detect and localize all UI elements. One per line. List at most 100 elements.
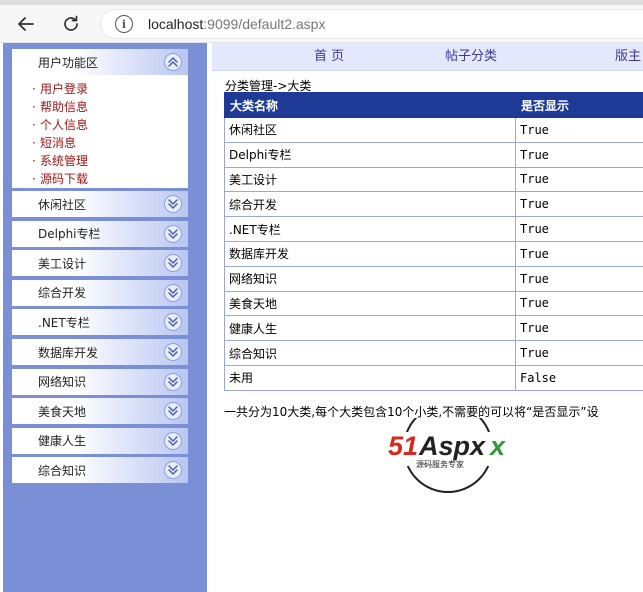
menu-moderator[interactable]: 版主 [615,45,641,64]
svg-text:x: x [488,431,506,461]
is-visible-cell: False [515,364,643,391]
table-row: 综合知识 True [224,340,643,366]
panel-header-user-functions[interactable]: 用户功能区 [12,49,188,75]
bullet-icon: · [32,172,36,186]
user-menu-link[interactable]: · 个人信息 [32,116,188,134]
is-visible-cell: True [515,240,643,267]
category-name-cell: 美工设计 [224,166,516,193]
url-host: localhost [148,16,204,32]
table-row: 美食天地 True [224,290,643,317]
category-name-cell: 美食天地 [224,290,516,317]
bullet-icon: · [32,82,36,96]
is-visible-cell: True [515,290,643,317]
category-name-cell: 综合开发 [224,191,516,218]
link-label: 用户登录 [40,82,89,96]
expand-chevron-icon[interactable] [164,461,182,480]
link-label: 短消息 [40,136,77,150]
category-name-cell: 休闲社区 [224,117,516,143]
svg-text:51: 51 [388,431,418,461]
expand-chevron-icon[interactable] [164,431,182,450]
url-path: :9099/default2.aspx [203,16,326,32]
category-table: 大类名称 是否显示 休闲社区 True Delphi专栏 True 美工设计 True 综合… [224,92,643,391]
svg-text:Aspx: Aspx [418,431,486,461]
url-text: localhost:9099/default2.aspx [148,16,325,32]
panel-title: 网络知识 [38,375,87,390]
table-row: .NET专栏 True [224,216,643,242]
panel-header-category[interactable]: 综合知识 [12,457,188,484]
expand-chevron-icon[interactable] [164,313,182,332]
link-label: 帮助信息 [40,100,89,114]
top-menu: 首 页 帖子分类 版主 [212,43,643,71]
column-header-is-visible: 是否显示 [515,92,643,118]
column-header-category-name: 大类名称 [224,92,516,118]
expand-chevron-icon[interactable] [164,343,182,361]
back-arrow-icon [18,17,34,31]
table-row: 健康人生 True [224,315,643,342]
menu-home[interactable]: 首 页 [314,45,344,64]
panel-title: 美食天地 [38,404,87,419]
expand-chevron-icon[interactable] [164,195,182,213]
is-visible-cell: True [515,191,643,218]
panel-header-category[interactable]: 综合开发 [12,279,188,306]
link-label: 个人信息 [40,118,89,132]
panel-title: .NET专栏 [38,315,90,330]
site-info-icon[interactable]: i [115,15,133,33]
expand-chevron-icon[interactable] [164,402,182,421]
panel-header-category[interactable]: 数据库开发 [12,339,188,365]
browser-toolbar: i localhost:9099/default2.aspx [0,0,643,43]
tab-strip [0,0,643,5]
is-visible-cell: True [515,315,643,342]
panel-header-category[interactable]: 美工设计 [12,250,188,277]
category-name-cell: Delphi专栏 [224,141,516,168]
category-name-cell: 综合知识 [224,340,516,366]
is-visible-cell: True [515,340,643,366]
panel-body-user-functions: · 用户登录 · 帮助信息 · 个人信息 · 短消息 · 系统管理 · 源码下载 [12,75,188,188]
is-visible-cell: True [515,166,643,193]
user-menu-link[interactable]: · 帮助信息 [32,98,188,116]
panel-header-category[interactable]: 美食天地 [12,398,188,425]
panel-header-category[interactable]: Delphi专栏 [12,220,188,247]
panel-title: 健康人生 [38,434,87,449]
panel-title: Delphi专栏 [38,227,101,242]
link-label: 源码下载 [40,172,89,186]
table-row: Delphi专栏 True [224,141,643,168]
51aspx-logo: 51 Aspx x 源码服务专家 [386,418,514,493]
table-row: 综合开发 True [224,191,643,218]
panel-header-category[interactable]: .NET专栏 [12,309,188,336]
category-name-cell: 数据库开发 [224,240,516,267]
is-visible-cell: True [515,216,643,242]
collapse-chevron-icon[interactable] [164,53,182,71]
expand-chevron-icon[interactable] [164,372,182,391]
panel-header-category[interactable]: 休闲社区 [12,191,188,217]
user-menu-link[interactable]: · 短消息 [32,134,188,152]
menu-post-categories[interactable]: 帖子分类 [445,45,497,64]
bullet-icon: · [32,118,36,132]
user-menu-link[interactable]: · 源码下载 [32,170,188,188]
panel-title: 综合开发 [38,286,87,301]
is-visible-cell: True [515,265,643,292]
back-button[interactable] [12,10,40,38]
panel-title: 休闲社区 [38,197,87,212]
svg-text:源码服务专家: 源码服务专家 [416,459,464,469]
panel-title: 用户功能区 [38,55,99,70]
table-row: 美工设计 True [224,166,643,193]
expand-chevron-icon[interactable] [164,283,182,302]
user-menu-link[interactable]: · 系统管理 [32,152,188,170]
is-visible-cell: True [515,141,643,168]
panel-header-category[interactable]: 网络知识 [12,368,188,395]
address-bar[interactable]: i localhost:9099/default2.aspx [100,9,643,39]
bullet-icon: · [32,100,36,114]
reload-icon [64,15,78,31]
expand-chevron-icon[interactable] [164,224,182,243]
table-row: 数据库开发 True [224,240,643,267]
reload-button[interactable] [57,10,85,38]
category-name-cell: .NET专栏 [224,216,516,242]
table-row: 休闲社区 True [224,117,643,143]
expand-chevron-icon[interactable] [164,254,182,273]
panel-title: 数据库开发 [38,345,99,360]
category-name-cell: 未用 [224,364,516,391]
bullet-icon: · [32,154,36,168]
user-menu-link[interactable]: · 用户登录 [32,80,188,98]
panel-header-category[interactable]: 健康人生 [12,427,188,454]
table-header-row: 大类名称 是否显示 [224,92,643,118]
